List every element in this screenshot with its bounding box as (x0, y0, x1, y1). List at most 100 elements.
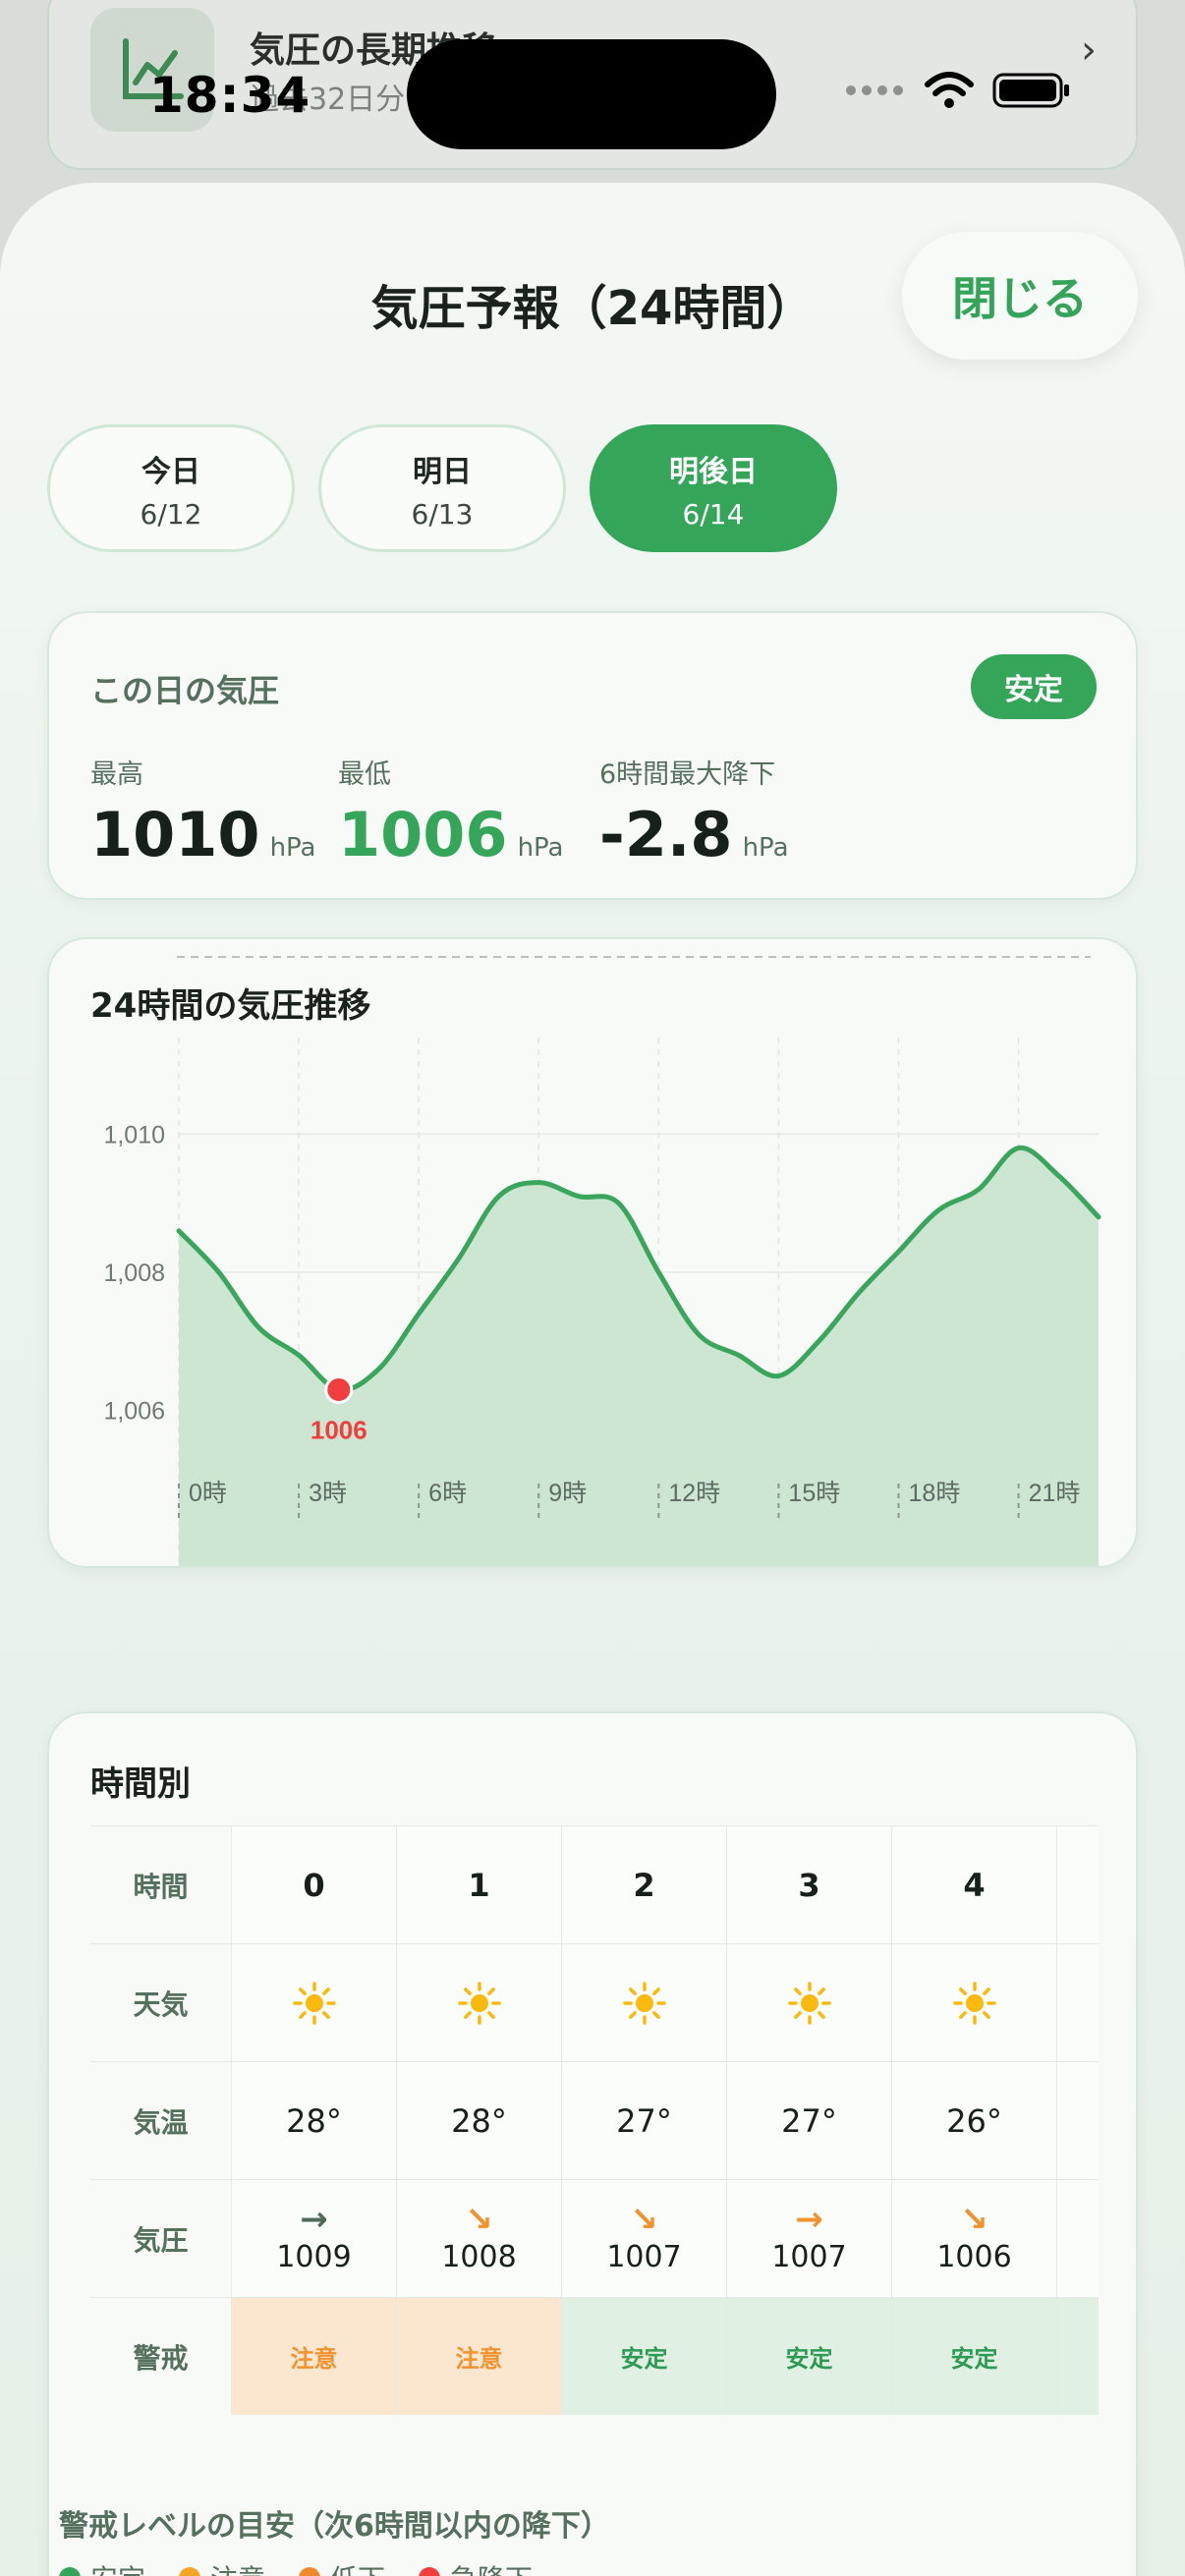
y-tick-label: 1,008 (103, 1260, 165, 1287)
chart-title: 24時間の気圧推移 (90, 986, 371, 1026)
hourly-table: 時間 0 1 2 3 4 天気 気温 28° 28° 27° 27° 26° 気… (90, 1825, 1099, 2415)
table-overflow-cell (1057, 1826, 1099, 1943)
table-row-weather: 天気 (90, 1943, 1099, 2061)
min-point-marker (324, 1375, 354, 1405)
legend-label: 急降下 (450, 2558, 533, 2576)
sun-icon (457, 1981, 501, 2025)
x-tick-label: 21時 (1029, 1480, 1081, 1507)
alert-cell: 注意 (397, 2298, 562, 2415)
x-tick-label: 12時 (668, 1480, 720, 1507)
tab-label: 明日 (413, 454, 472, 489)
daily-summary-card: この日の気圧 安定 最高 1010 hPa 最低 1006 hPa 6時間最大降下 … (47, 611, 1138, 900)
tab-label: 明後日 (669, 454, 758, 489)
forecast-sheet: 気圧予報（24時間） 閉じる 今日 6/12 明日 6/13 明後日 6/14 … (0, 183, 1185, 2576)
pressure-cell: ↘ 1006 (892, 2180, 1057, 2297)
wifi-icon (925, 72, 974, 108)
tab-tomorrow[interactable]: 明日 6/13 (318, 424, 566, 552)
row-header: 気圧 (90, 2180, 232, 2297)
pressure-value: 1007 (771, 2240, 847, 2274)
legend-item: 低下 (299, 2558, 385, 2576)
sun-icon (292, 1981, 336, 2025)
row-header: 時間 (90, 1826, 232, 1943)
legend-dot (419, 2567, 441, 2576)
trend-arrow-icon: ↘ (465, 2200, 493, 2239)
low-label: 最低 (338, 759, 391, 790)
legend-item: 急降下 (419, 2558, 533, 2576)
unit-label: hPa (517, 833, 564, 863)
low-stat: 最低 1006 hPa (338, 753, 563, 870)
legend-title: 警戒レベルの目安（次6時間以内の降下） (59, 2509, 610, 2544)
pressure-cell: → 1009 (232, 2180, 397, 2297)
hour-cell: 0 (232, 1826, 397, 1943)
legend-item: 注意 (179, 2558, 265, 2576)
sun-icon (952, 1981, 996, 2025)
sun-icon (622, 1981, 666, 2025)
table-row-pressure: 気圧 → 1009 ↘ 1008 ↘ 1007 → 1007 ↘ 1006 (90, 2179, 1099, 2297)
alert-cell: 安定 (892, 2298, 1057, 2415)
row-header: 天気 (90, 1944, 232, 2061)
hourly-title: 時間別 (90, 1764, 191, 1804)
table-overflow-cell (1057, 2062, 1099, 2179)
sun-icon (397, 1944, 562, 2061)
y-tick-label: 1,010 (103, 1121, 165, 1148)
hour-cell: 4 (892, 1826, 1057, 1943)
hour-cell: 3 (727, 1826, 892, 1943)
alert-cell: 注意 (232, 2298, 397, 2415)
low-value: 1006 (338, 799, 508, 870)
unit-label: hPa (742, 833, 789, 863)
legend-label: 注意 (210, 2558, 265, 2576)
temp-cell: 28° (232, 2062, 397, 2179)
x-tick-label: 0時 (189, 1480, 227, 1507)
summary-title: この日の気圧 (90, 672, 280, 709)
table-row-alert: 警戒 注意 注意 安定 安定 安定 (90, 2297, 1099, 2415)
temp-cell: 26° (892, 2062, 1057, 2179)
tab-date: 6/14 (682, 497, 745, 531)
x-tick-label: 9時 (548, 1480, 587, 1507)
signal-icon (846, 85, 903, 95)
pressure-cell: ↘ 1007 (562, 2180, 727, 2297)
trend-arrow-icon: ↘ (960, 2200, 988, 2239)
drop-value: -2.8 (599, 799, 733, 870)
y-tick-label: 1,006 (103, 1398, 165, 1426)
row-header: 警戒 (90, 2298, 232, 2415)
hour-cell: 1 (397, 1826, 562, 1943)
pressure-value: 1006 (936, 2240, 1012, 2274)
close-button[interactable]: 閉じる (902, 232, 1138, 360)
pressure-cell: ↘ 1008 (397, 2180, 562, 2297)
sun-icon (562, 1944, 727, 2061)
sun-icon (232, 1944, 397, 2061)
legend-label: 安定 (90, 2558, 145, 2576)
table-row-temp: 気温 28° 28° 27° 27° 26° (90, 2061, 1099, 2179)
unit-label: hPa (269, 833, 316, 863)
legend-dot (59, 2567, 81, 2576)
drop-label: 6時間最大降下 (599, 759, 776, 790)
trend-arrow-icon: → (300, 2200, 328, 2239)
trend-arrow-icon: → (795, 2200, 823, 2239)
alert-cell: 安定 (562, 2298, 727, 2415)
temp-cell: 28° (397, 2062, 562, 2179)
pressure-chart-card: 1,006 1,008 1,010 0時 3時 6時 9時 12時 15時 18時 21時 1006 … (47, 937, 1138, 1568)
pressure-value: 1009 (276, 2240, 352, 2274)
chevron-right-icon: › (1081, 28, 1097, 73)
battery-icon (992, 73, 1069, 108)
x-tick-label: 15時 (788, 1480, 840, 1507)
sun-icon (892, 1944, 1057, 2061)
legend-label: 低下 (330, 2558, 385, 2576)
pressure-chart: 1,006 1,008 1,010 0時 3時 6時 9時 12時 15時 18時 21時 1006 (103, 956, 1101, 1566)
status-time: 18:34 (149, 67, 311, 124)
status-icons (845, 71, 1071, 110)
alert-cell: 安定 (727, 2298, 892, 2415)
table-overflow-cell (1057, 2180, 1099, 2297)
table-overflow-cell (1057, 1944, 1099, 2061)
temp-cell: 27° (562, 2062, 727, 2179)
tab-day-after-tomorrow[interactable]: 明後日 6/14 (590, 424, 837, 552)
high-label: 最高 (90, 759, 143, 790)
pressure-value: 1007 (606, 2240, 682, 2274)
sun-icon (727, 1944, 892, 2061)
hourly-card: 時間別 時間 0 1 2 3 4 天気 気温 28° 28° 27° 27° 2… (47, 1711, 1138, 2576)
high-value: 1010 (90, 799, 260, 870)
x-tick-label: 6時 (428, 1480, 467, 1507)
tab-today[interactable]: 今日 6/12 (47, 424, 295, 552)
min-point-label: 1006 (310, 1416, 367, 1445)
pressure-cell: → 1007 (727, 2180, 892, 2297)
